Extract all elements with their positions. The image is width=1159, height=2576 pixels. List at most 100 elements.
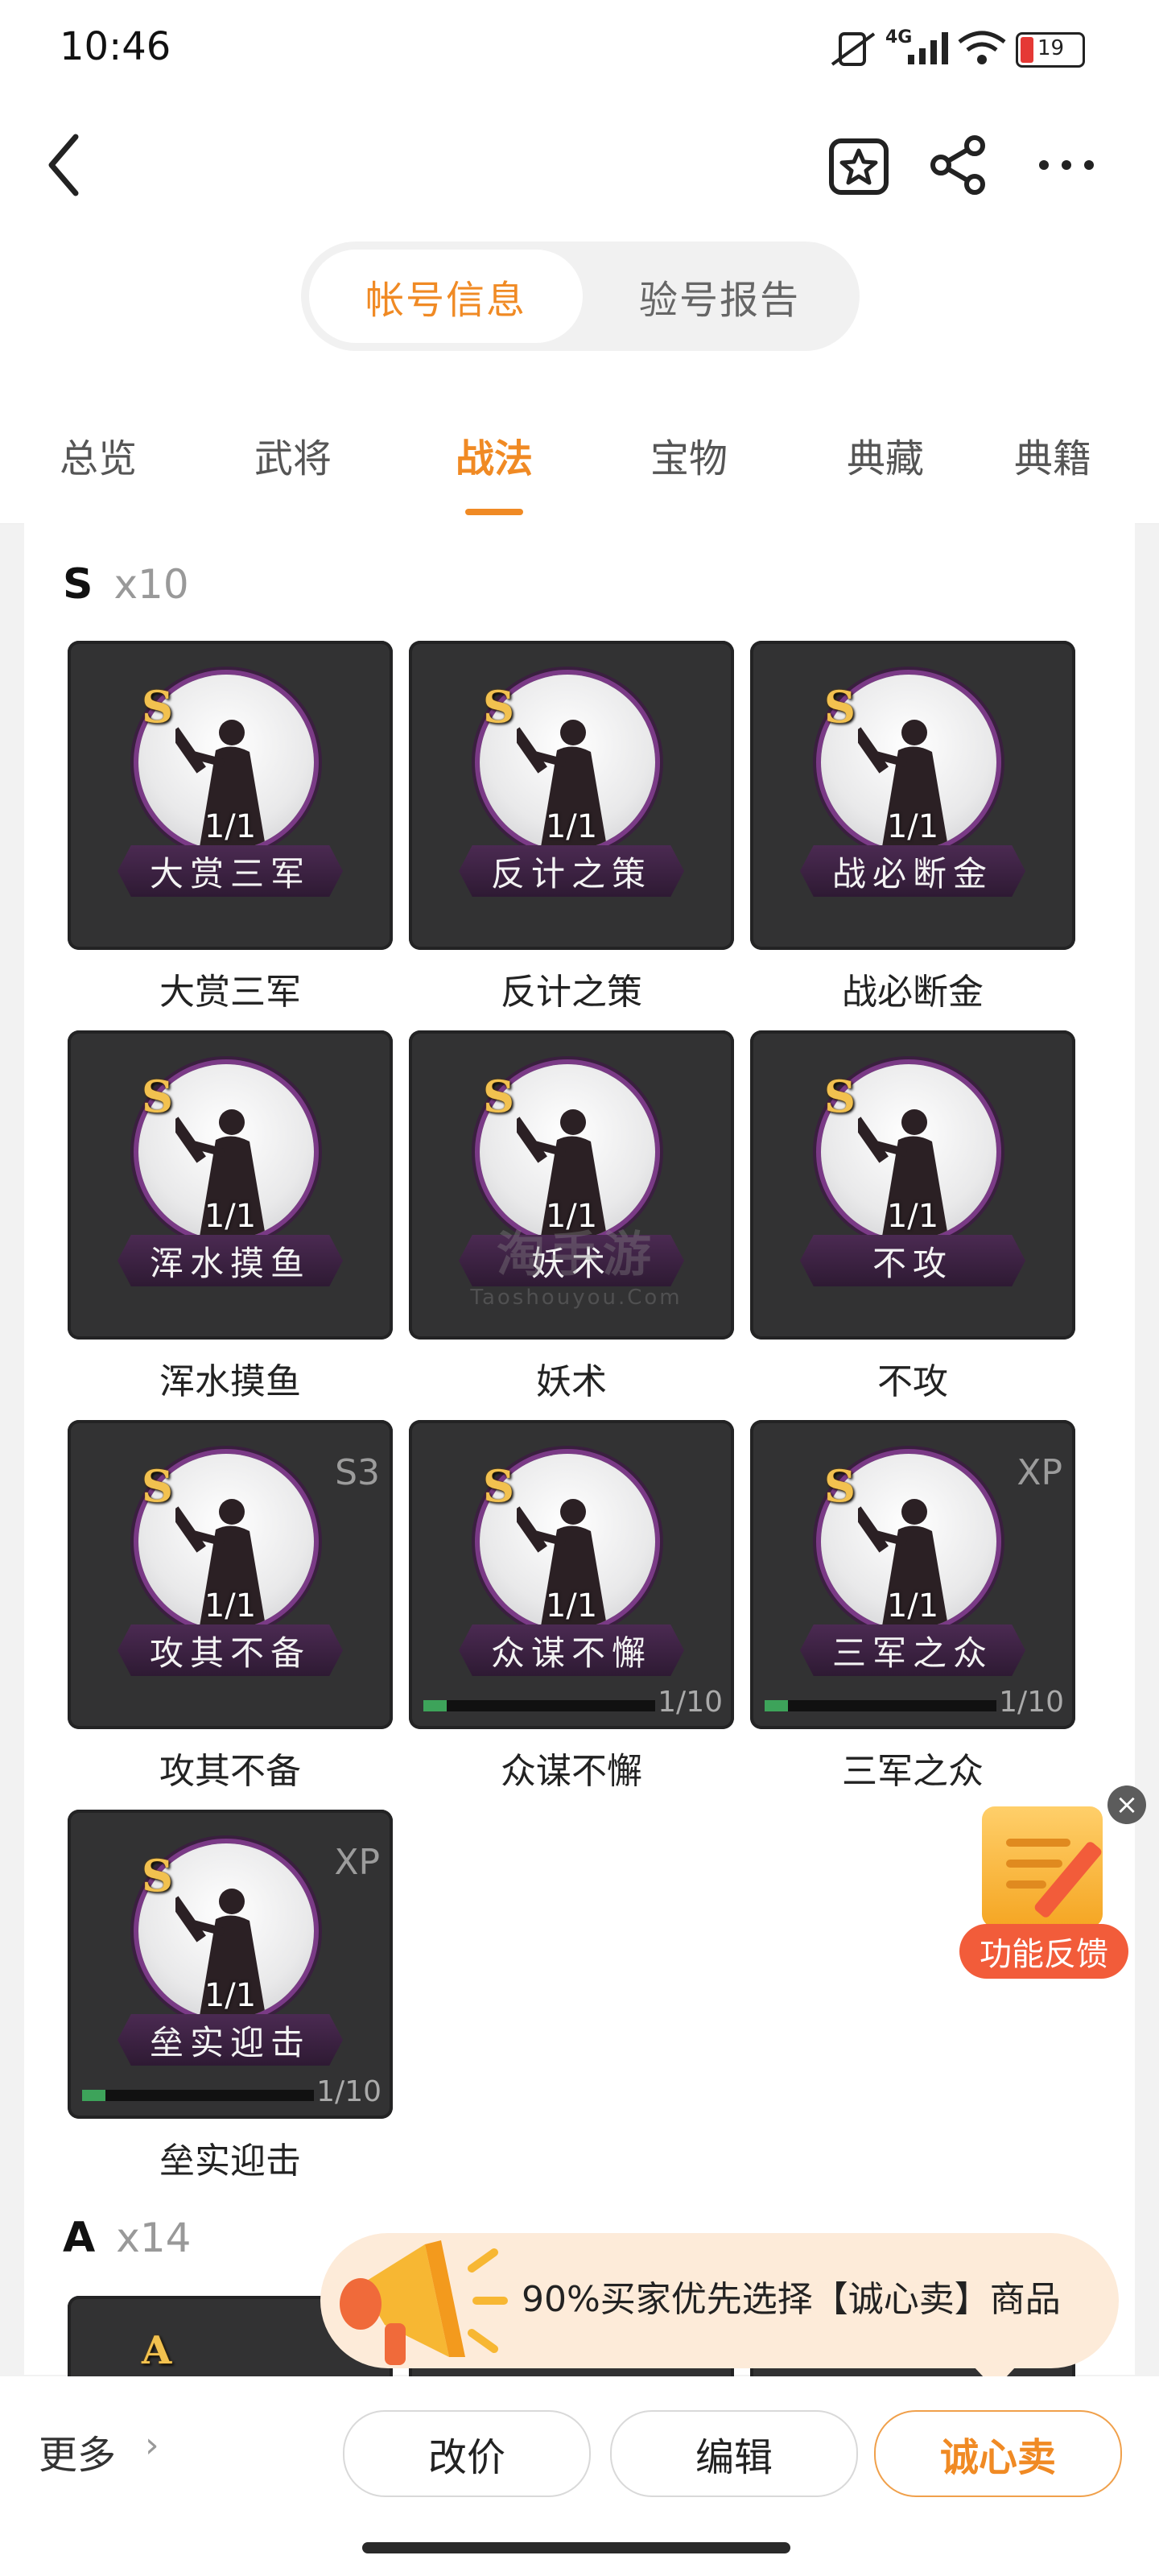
share-button[interactable] bbox=[922, 129, 995, 201]
skill-card[interactable]: S 1/1 不攻 bbox=[750, 1030, 1075, 1340]
section-count: x10 bbox=[113, 561, 189, 608]
section-header-s: Sx10 bbox=[63, 560, 189, 609]
section-grade: A bbox=[63, 2214, 96, 2262]
skill-name: 大赏三军 bbox=[159, 972, 301, 1013]
battery-icon: 19 bbox=[1016, 32, 1085, 68]
watermark-main: 淘手游 bbox=[497, 1227, 656, 1283]
skill-grade-badge: S bbox=[824, 1071, 856, 1122]
skill-grade-badge: S bbox=[142, 1071, 173, 1122]
skill-progress-fill bbox=[82, 2090, 105, 2101]
watermark: 淘手游 Taoshouyou.Com bbox=[456, 1216, 697, 1310]
sincere-sell-button[interactable]: 诚心卖 bbox=[874, 2410, 1122, 2497]
tab-treasures[interactable]: 宝物 bbox=[617, 427, 761, 483]
skill-name: 垒实迎击 bbox=[159, 2140, 301, 2182]
skill-card[interactable]: S 1/1 战必断金 bbox=[750, 641, 1075, 950]
skill-card[interactable]: S 1/1 垒实迎击 XP 1/10 bbox=[68, 1810, 393, 2119]
skill-grade-badge: S bbox=[824, 1460, 856, 1512]
skill-name: 妖术 bbox=[536, 1361, 607, 1402]
more-icon bbox=[1039, 160, 1094, 170]
status-time: 10:46 bbox=[60, 24, 171, 69]
home-indicator bbox=[362, 2542, 790, 2553]
skill-name: 浑水摸鱼 bbox=[159, 1361, 301, 1402]
tab-generals[interactable]: 武将 bbox=[221, 427, 365, 483]
skill-progress-text: 1/10 bbox=[658, 1686, 723, 1719]
close-icon[interactable]: × bbox=[1107, 1785, 1146, 1824]
megaphone-icon bbox=[340, 2240, 508, 2365]
skill-name: 反计之策 bbox=[501, 972, 642, 1013]
tab-collection[interactable]: 典藏 bbox=[813, 427, 958, 483]
edit-button[interactable]: 编辑 bbox=[610, 2410, 858, 2497]
segment-account-info[interactable]: 帐号信息 bbox=[309, 250, 583, 343]
skill-banner-text: 众谋不懈 bbox=[490, 1633, 652, 1673]
skill-banner: 反计之策 bbox=[459, 845, 684, 897]
skill-card[interactable]: S 1/1 大赏三军 bbox=[68, 641, 393, 950]
battery-level: 19 bbox=[1037, 36, 1065, 60]
skill-name: 三军之众 bbox=[842, 1751, 984, 1792]
skill-grade-badge: S bbox=[483, 681, 514, 733]
section-count: x14 bbox=[116, 2215, 192, 2261]
skill-fraction: 1/1 bbox=[204, 1977, 257, 2014]
mute-vibrate-icon bbox=[831, 32, 876, 66]
skill-banner-text: 浑水摸鱼 bbox=[149, 1243, 311, 1283]
skill-banner: 浑水摸鱼 bbox=[118, 1235, 343, 1286]
skill-banner: 大赏三军 bbox=[118, 845, 343, 897]
skill-tag: S3 bbox=[335, 1452, 380, 1493]
skill-banner: 不攻 bbox=[800, 1235, 1025, 1286]
tab-tactics[interactable]: 战法 bbox=[422, 427, 567, 483]
skill-progress-fill bbox=[423, 1700, 447, 1711]
chevron-right-icon[interactable]: › bbox=[145, 2425, 159, 2466]
skill-grade-badge: S bbox=[142, 1460, 173, 1512]
skill-name: 众谋不懈 bbox=[501, 1751, 642, 1792]
feedback-label[interactable]: 功能反馈 bbox=[959, 1924, 1128, 1979]
share-icon bbox=[930, 135, 985, 195]
skill-name: 攻其不备 bbox=[159, 1751, 301, 1792]
change-price-button[interactable]: 改价 bbox=[343, 2410, 591, 2497]
favorite-button[interactable] bbox=[823, 129, 895, 201]
skill-grade-badge: S bbox=[483, 1460, 514, 1512]
skill-progress-bar bbox=[423, 1700, 655, 1711]
skill-fraction: 1/1 bbox=[204, 1198, 257, 1235]
skill-card[interactable]: S 1/1 浑水摸鱼 bbox=[68, 1030, 393, 1340]
favorite-icon bbox=[829, 138, 889, 195]
skill-progress-text: 1/10 bbox=[999, 1686, 1064, 1719]
skill-banner: 众谋不懈 bbox=[459, 1624, 684, 1676]
skill-fraction: 1/1 bbox=[204, 1587, 257, 1624]
skill-tag: XP bbox=[334, 1842, 380, 1883]
skill-card[interactable]: S 1/1 众谋不懈 1/10 bbox=[409, 1420, 734, 1729]
section-header-a: Ax14 bbox=[63, 2214, 191, 2262]
watermark-sub: Taoshouyou.Com bbox=[470, 1286, 683, 1310]
skill-banner: 攻其不备 bbox=[118, 1624, 343, 1676]
active-tab-indicator bbox=[465, 509, 523, 515]
back-icon[interactable] bbox=[40, 129, 89, 201]
skill-grade-badge: A bbox=[142, 2328, 172, 2373]
skill-banner-text: 战必断金 bbox=[831, 853, 993, 894]
section-grade: S bbox=[63, 560, 93, 609]
more-options-button[interactable] bbox=[1030, 129, 1103, 201]
skill-card[interactable]: S 1/1 反计之策 bbox=[409, 641, 734, 950]
skill-fraction: 1/1 bbox=[545, 1587, 598, 1624]
skill-fraction: 1/1 bbox=[204, 808, 257, 845]
skill-grade-badge: S bbox=[142, 1850, 173, 1901]
skill-fraction: 1/1 bbox=[886, 808, 939, 845]
skill-banner-text: 大赏三军 bbox=[149, 853, 311, 894]
skill-progress-text: 1/10 bbox=[316, 2075, 382, 2108]
skill-banner-text: 不攻 bbox=[872, 1243, 953, 1283]
skill-grade-badge: S bbox=[483, 1071, 514, 1122]
more-link[interactable]: 更多 bbox=[39, 2423, 116, 2479]
segment-inspection-report[interactable]: 验号报告 bbox=[591, 250, 848, 343]
tab-books[interactable]: 典籍 bbox=[1014, 427, 1159, 483]
skill-tag: XP bbox=[1017, 1452, 1062, 1493]
tab-overview[interactable]: 总览 bbox=[26, 427, 171, 483]
skill-card[interactable]: S 1/1 三军之众 XP 1/10 bbox=[750, 1420, 1075, 1729]
skill-progress-bar bbox=[82, 2090, 314, 2101]
skill-fraction: 1/1 bbox=[886, 1587, 939, 1624]
skill-fraction: 1/1 bbox=[545, 808, 598, 845]
skill-banner-text: 三军之众 bbox=[831, 1633, 993, 1673]
promo-text: 90%买家优先选择【诚心卖】商品 bbox=[522, 2279, 1061, 2320]
skill-name: 不攻 bbox=[877, 1361, 948, 1402]
category-tabs: 总览 武将 战法 宝物 典藏 典籍 bbox=[0, 402, 1159, 524]
segmented-control: 帐号信息 验号报告 bbox=[301, 242, 860, 351]
skill-card[interactable]: S 1/1 攻其不备 S3 bbox=[68, 1420, 393, 1729]
skill-progress-bar bbox=[765, 1700, 996, 1711]
skill-grade-badge: S bbox=[824, 681, 856, 733]
